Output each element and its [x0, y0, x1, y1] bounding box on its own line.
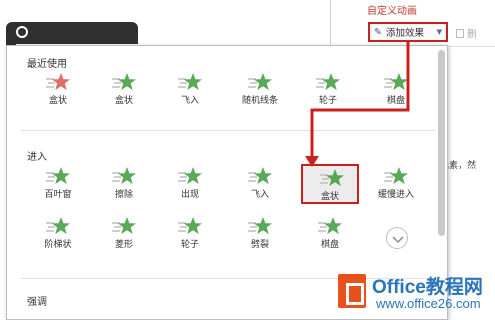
pencil-icon: ✎ [374, 26, 382, 38]
add-effect-label: 添加效果 [386, 28, 425, 39]
rotate-icon[interactable] [16, 26, 28, 38]
star-green-icon [247, 216, 273, 236]
star-green-icon [315, 72, 341, 92]
star-green-icon [247, 166, 273, 186]
effect-tile[interactable]: 轮子 [303, 72, 353, 108]
effect-label: 缓慢进入 [377, 190, 414, 200]
effect-tile[interactable]: 盒状 [33, 72, 83, 108]
effect-label: 阶梯状 [44, 240, 72, 250]
effect-tile[interactable]: 飞入 [235, 166, 285, 202]
effect-tile[interactable]: 随机线条 [235, 72, 285, 108]
effect-label: 轮子 [318, 96, 337, 106]
effect-label: 擦除 [114, 190, 133, 200]
effect-tile[interactable]: 棋盘 [371, 72, 421, 108]
watermark-url: www.office26.com [376, 296, 481, 311]
effect-tile[interactable]: 棋盘 [305, 216, 355, 252]
effect-tile[interactable]: 盒状 [301, 164, 359, 204]
add-effect-button[interactable]: ✎ 添加效果 ▼ [368, 22, 448, 42]
star-green-icon [317, 216, 343, 236]
effect-tile[interactable]: 擦除 [99, 166, 149, 202]
star-green-icon [247, 72, 273, 92]
effect-tile[interactable]: 出现 [165, 166, 215, 202]
star-green-icon [45, 166, 71, 186]
effect-label: 盒状 [114, 96, 133, 106]
effect-label: 飞入 [250, 190, 269, 200]
dropdown-caret-icon: ▼ [436, 28, 442, 36]
delete-button[interactable]: 删 [456, 25, 495, 41]
effect-label: 棋盘 [386, 96, 405, 106]
site-watermark: Office教程网 www.office26.com [338, 272, 493, 316]
effect-tile[interactable]: 劈裂 [235, 216, 285, 252]
effect-label: 棋盘 [320, 240, 339, 250]
watermark-name: Office教程网 [372, 277, 483, 298]
star-green-icon [177, 216, 203, 236]
effect-label: 轮子 [180, 240, 199, 250]
effect-tile[interactable]: 轮子 [165, 216, 215, 252]
effect-label: 出现 [180, 190, 199, 200]
pane-title: 自定义动画 [367, 6, 417, 17]
effect-label: 百叶窗 [44, 190, 72, 200]
section-divider [21, 130, 435, 131]
section-title-recent: 最近使用 [27, 59, 67, 70]
effect-label: 劈裂 [250, 240, 269, 250]
effect-label: 盒状 [48, 96, 67, 106]
effect-tile[interactable]: 阶梯状 [33, 216, 83, 252]
star-green-icon [111, 216, 137, 236]
star-green-icon [383, 72, 409, 92]
effect-tile[interactable]: 飞入 [165, 72, 215, 108]
effect-tile[interactable]: 盒状 [99, 72, 149, 108]
effect-tile[interactable]: 缓慢进入 [371, 166, 421, 202]
star-green-icon [177, 72, 203, 92]
effect-tile[interactable]: 菱形 [99, 216, 149, 252]
office-logo-icon [338, 274, 366, 308]
effect-tile[interactable]: 百叶窗 [33, 166, 83, 202]
delete-label: 删 [467, 29, 477, 40]
effect-label: 飞入 [180, 96, 199, 106]
section-title-emphasis: 强调 [27, 297, 47, 308]
star-green-icon [111, 72, 137, 92]
chevron-down-icon[interactable] [386, 227, 408, 249]
star-green-icon [383, 166, 409, 186]
section-title-entrance: 进入 [27, 152, 47, 163]
trash-icon [456, 28, 464, 38]
star-red-icon [45, 72, 71, 92]
star-green-icon [45, 216, 71, 236]
star-green-icon [319, 168, 345, 188]
star-green-icon [177, 166, 203, 186]
effect-label: 随机线条 [241, 96, 278, 106]
dropdown-scrollbar[interactable] [438, 50, 445, 236]
effect-label: 菱形 [114, 240, 133, 250]
effect-label: 盒状 [320, 192, 339, 202]
star-green-icon [111, 166, 137, 186]
